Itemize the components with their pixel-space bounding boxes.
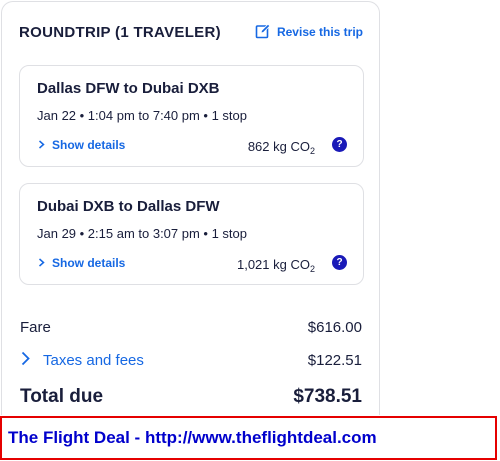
leg-time: Jan 22 • 1:04 pm to 7:40 pm • 1 stop (37, 108, 248, 123)
flight-leg-card-outbound: Dallas DFW to Dubai DXB Jan 22 • 1:04 pm… (19, 65, 364, 167)
taxes-value: $122.51 (307, 352, 362, 369)
trip-title: ROUNDTRIP (1 TRAVELER) (19, 23, 221, 41)
show-details-label: Show details (52, 256, 126, 270)
chevron-right-icon (37, 138, 46, 152)
taxes-and-fees-toggle[interactable]: Taxes and fees (20, 351, 144, 370)
edit-icon (255, 23, 271, 42)
total-value: $738.51 (293, 386, 362, 407)
chevron-right-icon (37, 256, 46, 270)
co2-emissions: 862 kg CO2 (248, 139, 315, 156)
co2-amount: 862 kg CO (247, 139, 310, 154)
chevron-right-icon (20, 351, 31, 370)
help-icon-glyph: ? (336, 139, 343, 150)
total-label: Total due (20, 386, 104, 407)
banner-text: The Flight Deal - http://www.theflightde… (8, 428, 377, 447)
taxes-label: Taxes and fees (43, 352, 144, 369)
co2-amount: 1,021 kg CO (236, 257, 310, 272)
watermark-banner: The Flight Deal - http://www.theflightde… (0, 416, 497, 460)
co2-subscript: 2 (309, 146, 315, 156)
help-icon-glyph: ? (336, 257, 343, 268)
leg-route: Dubai DXB to Dallas DFW (37, 198, 220, 215)
co2-emissions: 1,021 kg CO2 (237, 257, 315, 274)
help-icon[interactable]: ? (332, 255, 347, 270)
trip-summary-panel: ROUNDTRIP (1 TRAVELER) Revise this trip … (1, 1, 380, 415)
revise-trip-link[interactable]: Revise this trip (255, 23, 363, 42)
fare-label: Fare (20, 319, 51, 336)
fare-value: $616.00 (307, 319, 362, 336)
taxes-row: Taxes and fees $122.51 (20, 351, 362, 370)
show-details-link[interactable]: Show details (37, 138, 125, 152)
leg-time: Jan 29 • 2:15 am to 3:07 pm • 1 stop (37, 226, 248, 241)
trip-summary-header: ROUNDTRIP (1 TRAVELER) Revise this trip (19, 21, 363, 43)
total-row: Total due $738.51 (20, 386, 362, 408)
flight-leg-card-return: Dubai DXB to Dallas DFW Jan 29 • 2:15 am… (19, 183, 364, 285)
fare-row: Fare $616.00 (20, 319, 362, 336)
co2-subscript: 2 (309, 264, 315, 274)
revise-trip-label: Revise this trip (276, 25, 363, 39)
show-details-label: Show details (52, 138, 126, 152)
show-details-link[interactable]: Show details (37, 256, 125, 270)
leg-route: Dallas DFW to Dubai DXB (37, 80, 220, 97)
help-icon[interactable]: ? (332, 137, 347, 152)
